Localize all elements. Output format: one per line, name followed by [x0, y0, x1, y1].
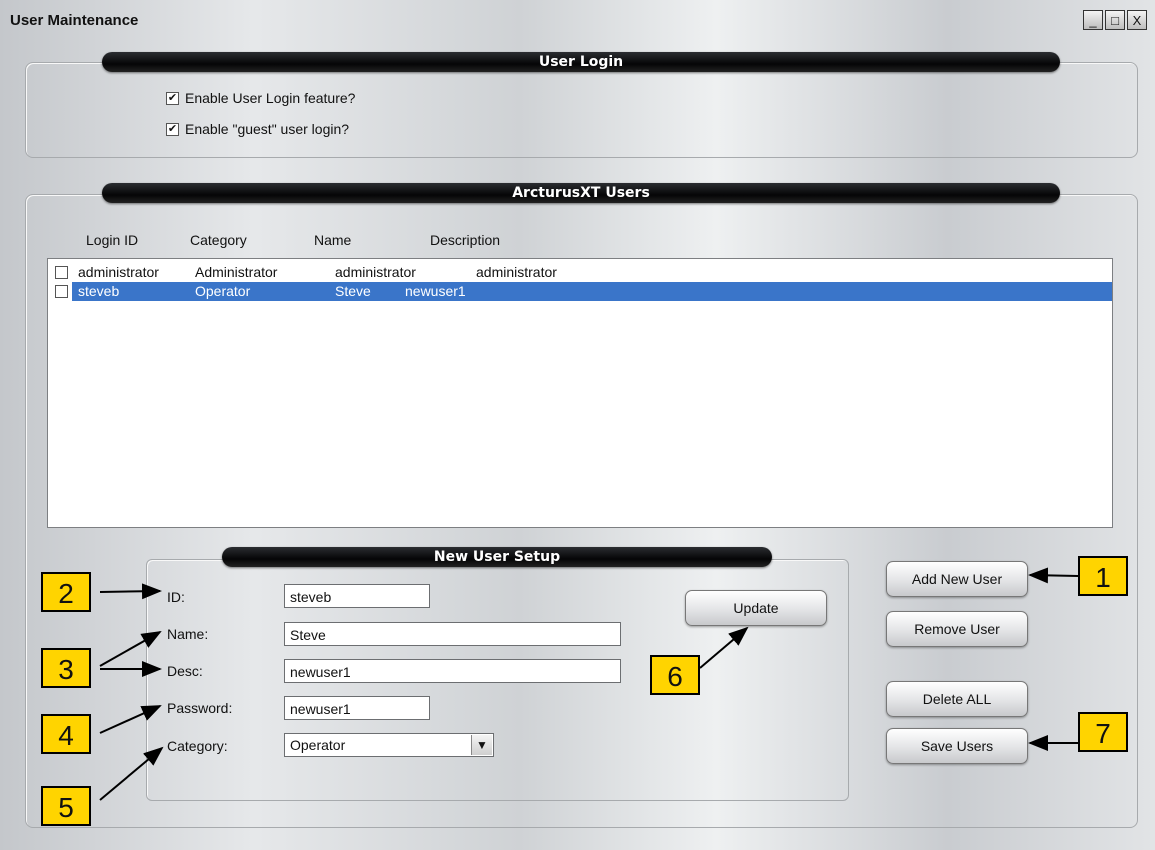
callout-arrows — [99, 567, 1079, 801]
arrow-5 — [99, 746, 164, 801]
callout-5: 5 — [41, 786, 91, 826]
callout-7: 7 — [1078, 712, 1128, 752]
callout-1: 1 — [1078, 556, 1128, 596]
callout-2: 2 — [41, 572, 91, 612]
arrow-2 — [99, 583, 162, 600]
arrow-1 — [1028, 567, 1079, 584]
callout-3: 3 — [41, 648, 91, 688]
callout-6: 6 — [650, 655, 700, 695]
arrow-4 — [99, 705, 162, 734]
callout-4: 4 — [41, 714, 91, 754]
user-maintenance-window: User Maintenance _ □ X User Login ✔ Enab… — [0, 0, 1155, 850]
arrow-3a — [99, 631, 162, 667]
arrow-6 — [699, 626, 749, 669]
